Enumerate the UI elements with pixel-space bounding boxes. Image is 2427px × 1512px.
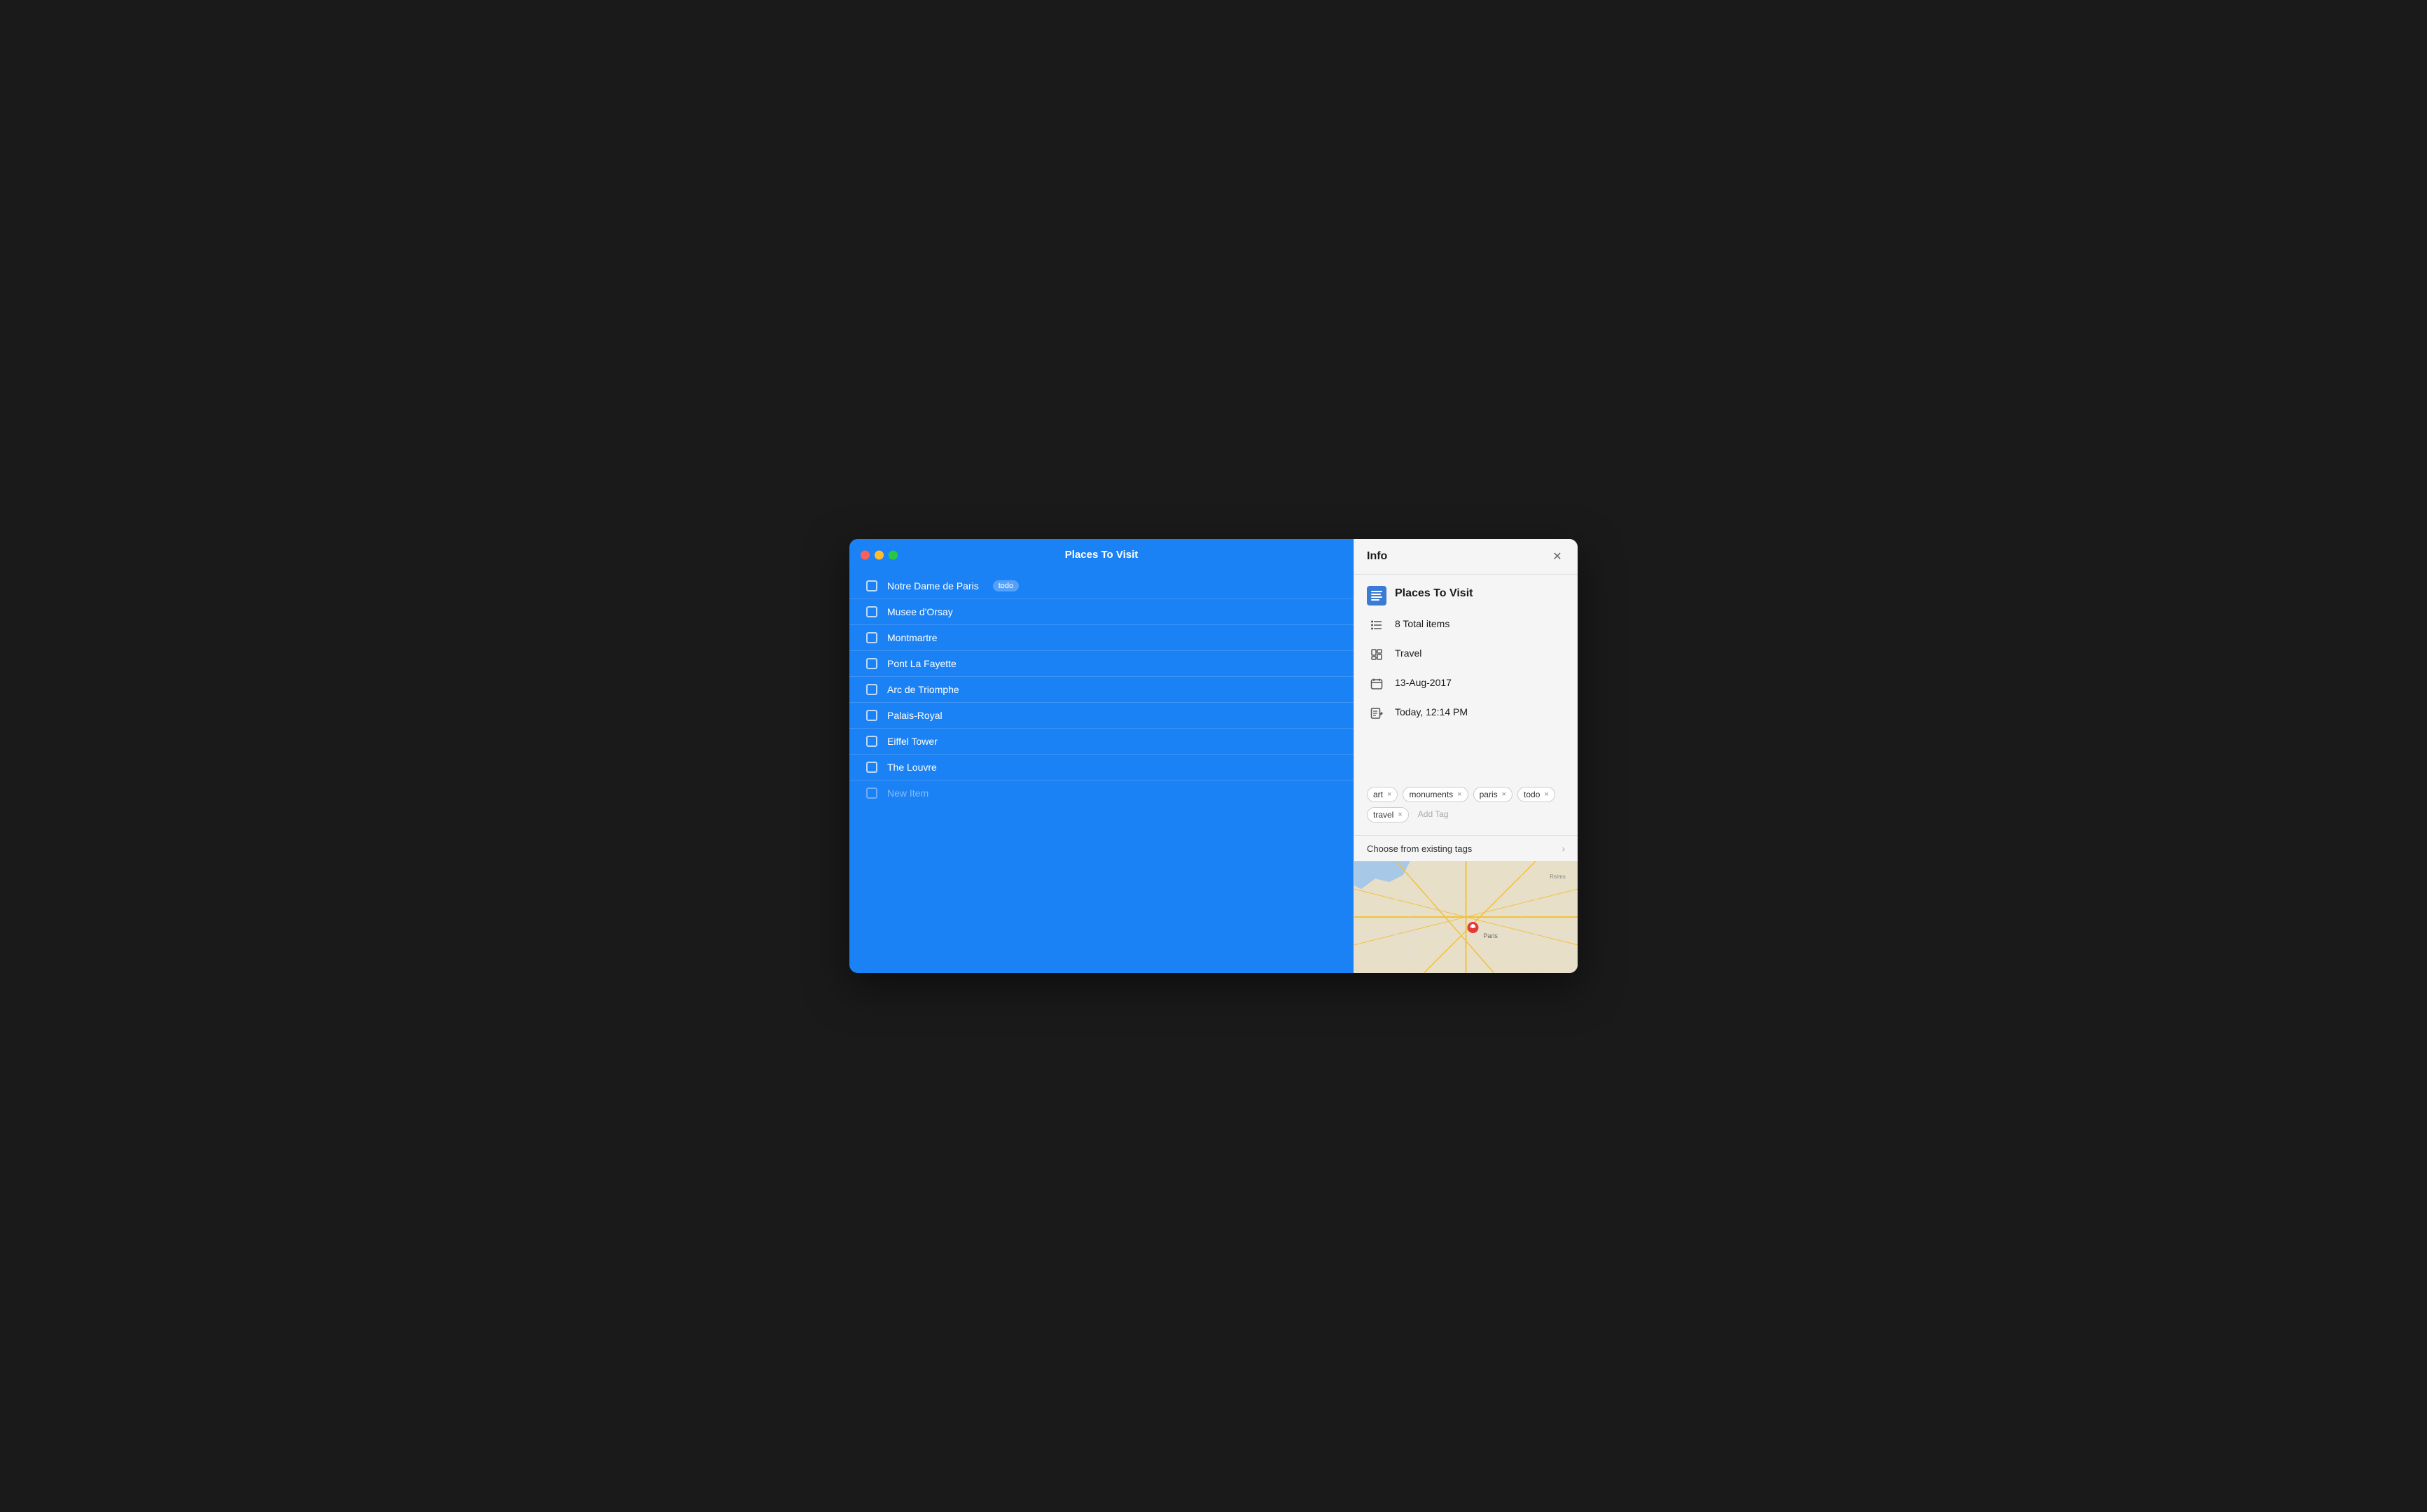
choose-tags-label: Choose from existing tags xyxy=(1367,844,1472,854)
info-close-button[interactable]: ✕ xyxy=(1550,549,1565,564)
new-item-row[interactable]: New Item xyxy=(849,780,1354,806)
date-row: 13-Aug-2017 xyxy=(1367,674,1565,694)
item-text: Arc de Triomphe xyxy=(887,684,959,695)
close-button[interactable] xyxy=(861,550,870,559)
item-checkbox[interactable] xyxy=(866,736,877,747)
maximize-button[interactable] xyxy=(889,550,898,559)
svg-text:Reims: Reims xyxy=(1550,874,1566,880)
svg-text:Paris: Paris xyxy=(1483,932,1498,939)
calendar-icon xyxy=(1367,674,1386,694)
item-checkbox[interactable] xyxy=(866,710,877,721)
info-panel: Info ✕ Places To Visit xyxy=(1354,539,1578,973)
list-item[interactable]: Palais-Royal xyxy=(849,703,1354,729)
tag-label: paris xyxy=(1480,790,1498,799)
tag-chip[interactable]: monuments × xyxy=(1403,787,1468,802)
info-body: Places To Visit 8 Total items xyxy=(1354,575,1578,787)
total-items-row: 8 Total items xyxy=(1367,615,1565,635)
list-item[interactable]: Pont La Fayette xyxy=(849,651,1354,677)
item-text: Montmartre xyxy=(887,632,938,643)
list-item[interactable]: Musee d'Orsay xyxy=(849,599,1354,625)
item-checkbox[interactable] xyxy=(866,762,877,773)
modified: Today, 12:14 PM xyxy=(1395,704,1468,718)
list-icon xyxy=(1367,615,1386,635)
tag-remove-icon[interactable]: × xyxy=(1398,811,1402,819)
tag-label: art xyxy=(1373,790,1383,799)
minimize-button[interactable] xyxy=(875,550,884,559)
new-item-placeholder[interactable]: New Item xyxy=(887,788,929,799)
checklist: Notre Dame de Paris todo Musee d'Orsay Mont… xyxy=(849,570,1354,973)
tag-remove-icon[interactable]: × xyxy=(1502,790,1506,799)
traffic-lights xyxy=(861,550,898,559)
tags-section: art × monuments × paris × todo × travel × Add Tag xyxy=(1354,787,1578,835)
category: Travel xyxy=(1395,645,1421,659)
tag-label: todo xyxy=(1524,790,1540,799)
tag-remove-icon[interactable]: × xyxy=(1544,790,1548,799)
window-title: Places To Visit xyxy=(1065,549,1139,561)
item-text: Pont La Fayette xyxy=(887,658,957,669)
item-checkbox[interactable] xyxy=(866,632,877,643)
category-icon xyxy=(1367,645,1386,664)
info-header: Info ✕ xyxy=(1354,539,1578,575)
list-item[interactable]: Arc de Triomphe xyxy=(849,677,1354,703)
tag-label: monuments xyxy=(1409,790,1453,799)
category-row: Travel xyxy=(1367,645,1565,664)
modified-row: Today, 12:14 PM xyxy=(1367,704,1565,723)
doc-title-row: Places To Visit xyxy=(1367,586,1565,606)
tag-chip[interactable]: travel × xyxy=(1367,807,1409,822)
list-item[interactable]: The Louvre xyxy=(849,755,1354,780)
tags-row-1: art × monuments × paris × todo × travel × Add Tag xyxy=(1367,787,1565,822)
item-text: The Louvre xyxy=(887,762,937,773)
list-item[interactable]: Eiffel Tower xyxy=(849,729,1354,755)
item-text: Palais-Royal xyxy=(887,710,943,721)
tag-chip[interactable]: todo × xyxy=(1517,787,1555,802)
item-text: Eiffel Tower xyxy=(887,736,938,747)
left-pane: Places To Visit Notre Dame de Paris todo M… xyxy=(849,539,1354,973)
item-checkbox[interactable] xyxy=(866,580,877,592)
doc-icon xyxy=(1367,586,1386,606)
modified-icon xyxy=(1367,704,1386,723)
item-tag-badge: todo xyxy=(993,580,1019,592)
app-window: Places To Visit Notre Dame de Paris todo M… xyxy=(849,539,1578,973)
info-panel-title: Info xyxy=(1367,550,1387,563)
item-checkbox[interactable] xyxy=(866,684,877,695)
tag-chip[interactable]: art × xyxy=(1367,787,1398,802)
chevron-right-icon: › xyxy=(1562,843,1565,854)
total-items: 8 Total items xyxy=(1395,615,1449,629)
doc-title: Places To Visit xyxy=(1395,586,1473,600)
item-checkbox[interactable] xyxy=(866,606,877,617)
item-text: Notre Dame de Paris xyxy=(887,580,979,592)
tag-remove-icon[interactable]: × xyxy=(1457,790,1461,799)
tag-label: travel xyxy=(1373,810,1393,820)
list-item[interactable]: Montmartre xyxy=(849,625,1354,651)
tag-chip[interactable]: paris × xyxy=(1473,787,1512,802)
new-item-checkbox[interactable] xyxy=(866,788,877,799)
date: 13-Aug-2017 xyxy=(1395,674,1452,688)
choose-existing-tags[interactable]: Choose from existing tags › xyxy=(1354,835,1578,861)
add-tag-input[interactable]: Add Tag xyxy=(1414,807,1453,822)
item-text: Musee d'Orsay xyxy=(887,606,953,617)
list-item[interactable]: Notre Dame de Paris todo xyxy=(849,573,1354,599)
item-checkbox[interactable] xyxy=(866,658,877,669)
map-area[interactable]: Paris Reims xyxy=(1354,861,1578,973)
titlebar: Places To Visit xyxy=(849,539,1354,570)
tag-remove-icon[interactable]: × xyxy=(1387,790,1391,799)
